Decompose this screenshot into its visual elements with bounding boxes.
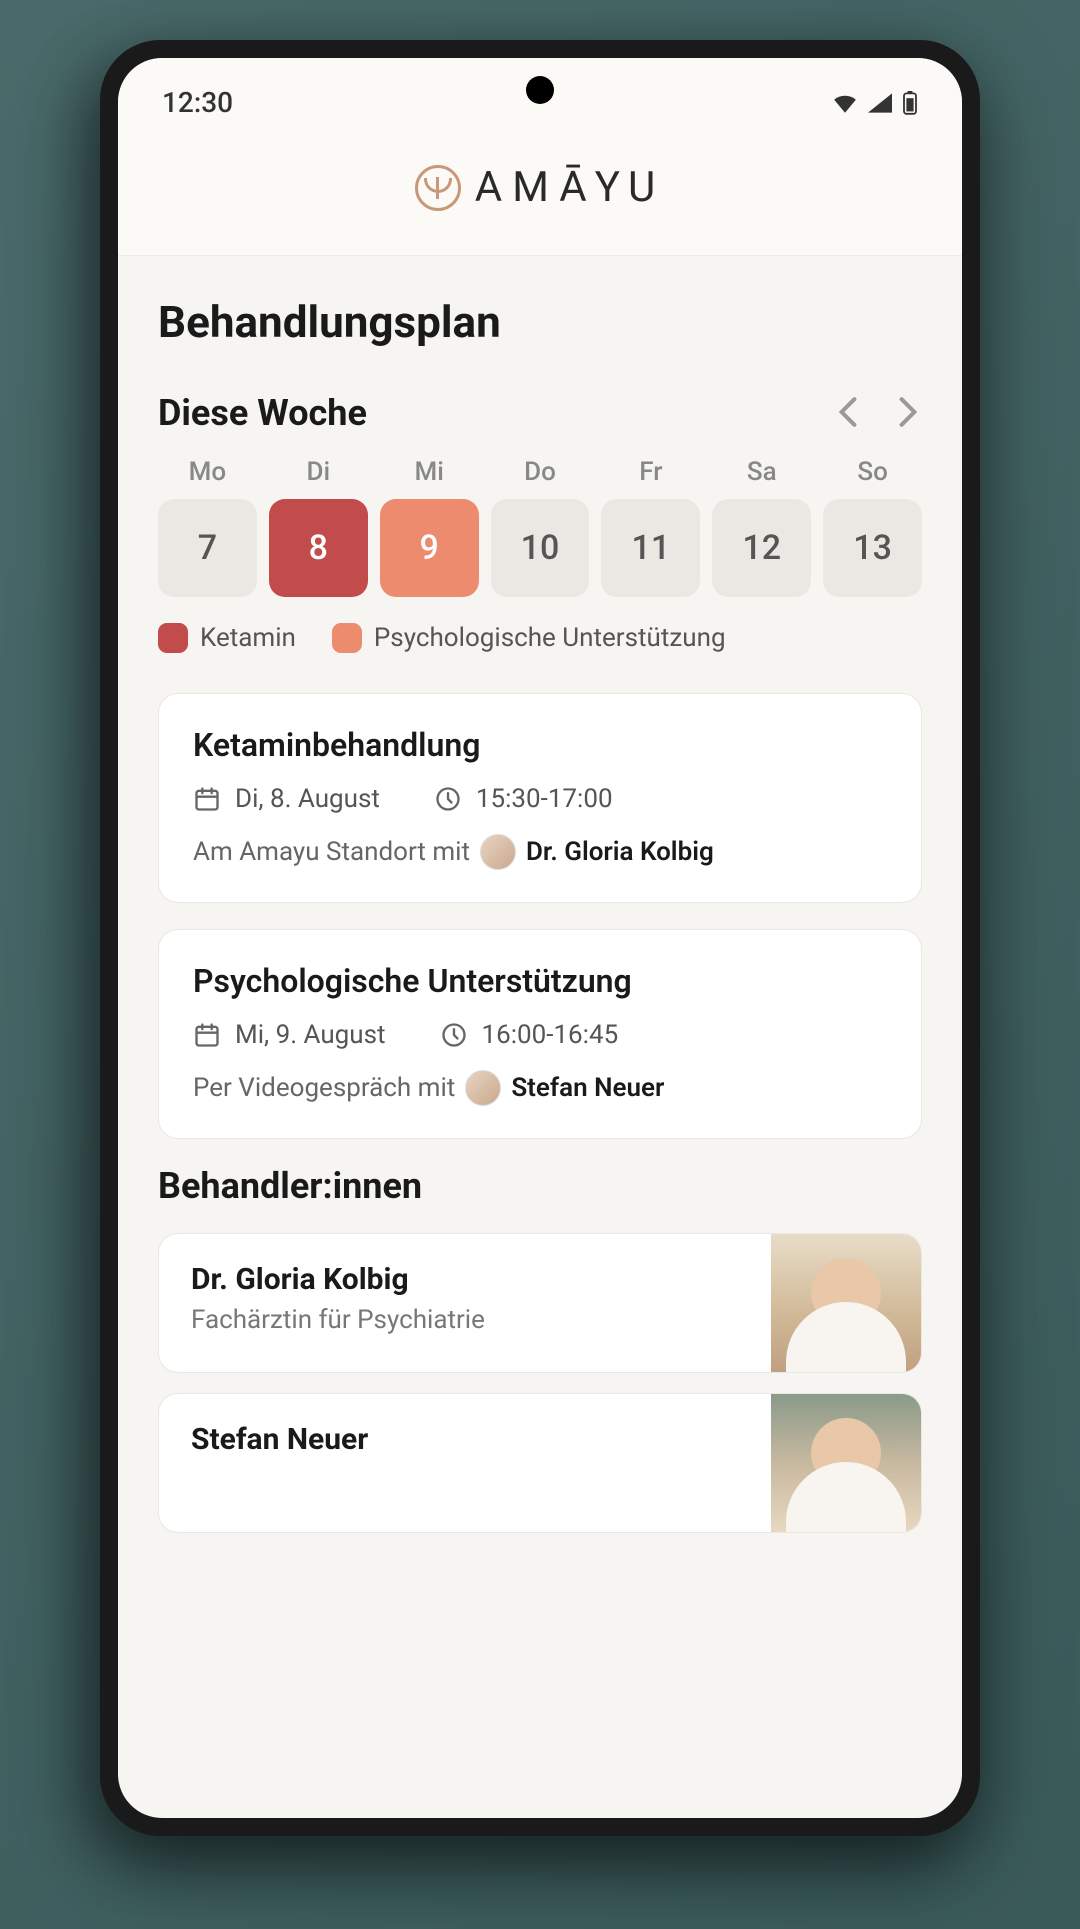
status-icons: [832, 91, 918, 115]
practitioner-card[interactable]: Stefan Neuer: [158, 1393, 922, 1533]
appointment-location: Am Amayu Standort mit Dr. Gloria Kolbig: [193, 834, 887, 870]
day-label: Sa: [712, 457, 811, 487]
status-time: 12:30: [162, 86, 233, 119]
day-column: Sa 12: [712, 457, 811, 598]
day-label: So: [823, 457, 922, 487]
day-column: Mo 7: [158, 457, 257, 598]
camera-hole: [526, 76, 554, 104]
calendar-icon: [193, 1021, 221, 1049]
day-number[interactable]: 11: [601, 499, 700, 598]
practitioner-photo: [771, 1394, 921, 1532]
appointment-card[interactable]: Ketaminbehandlung Di, 8. August 15:30-17:0…: [158, 693, 922, 903]
week-title: Diese Woche: [158, 392, 367, 434]
practitioner-avatar: [480, 834, 516, 870]
day-label: Do: [491, 457, 590, 487]
day-label: Di: [269, 457, 368, 487]
day-number[interactable]: 10: [491, 499, 590, 598]
legend-ketamin: Ketamin: [158, 623, 296, 653]
practitioner-photo: [771, 1234, 921, 1372]
day-column: Do 10: [491, 457, 590, 598]
appointment-date: Di, 8. August: [193, 784, 380, 814]
day-number[interactable]: 12: [712, 499, 811, 598]
signal-icon: [868, 93, 892, 113]
practitioner-avatar: [465, 1070, 501, 1106]
practitioner-name: Dr. Gloria Kolbig: [526, 837, 714, 867]
week-next-button[interactable]: [894, 392, 922, 435]
appointment-location: Per Videogespräch mit Stefan Neuer: [193, 1070, 887, 1106]
legend-label: Ketamin: [200, 623, 296, 653]
calendar-icon: [193, 785, 221, 813]
practitioner-name: Stefan Neuer: [511, 1073, 664, 1103]
battery-icon: [902, 91, 918, 115]
day-number[interactable]: 9: [380, 499, 479, 598]
day-label: Fr: [601, 457, 700, 487]
app-header: AMĀYU: [118, 133, 962, 256]
practitioners-title: Behandler:innen: [158, 1165, 922, 1207]
day-number[interactable]: 8: [269, 499, 368, 598]
legend: Ketamin Psychologische Unterstützung: [158, 623, 922, 653]
week-prev-button[interactable]: [834, 392, 862, 435]
phone-screen: 12:30 AMĀYU Behandlungsplan Diese Woche: [118, 58, 962, 1818]
legend-swatch-ketamin: [158, 623, 188, 653]
day-label: Mo: [158, 457, 257, 487]
appointment-title: Ketaminbehandlung: [193, 726, 887, 764]
appointment-date: Mi, 9. August: [193, 1020, 386, 1050]
clock-icon: [434, 785, 462, 813]
legend-psych: Psychologische Unterstützung: [332, 623, 726, 653]
wifi-icon: [832, 93, 858, 113]
brand-logo-icon: [415, 165, 461, 211]
appointment-time: 15:30-17:00: [434, 784, 613, 814]
practitioner-card[interactable]: Dr. Gloria Kolbig Fachärztin für Psychiat…: [158, 1233, 922, 1373]
phone-frame: 12:30 AMĀYU Behandlungsplan Diese Woche: [100, 40, 980, 1836]
day-number[interactable]: 13: [823, 499, 922, 598]
appointment-title: Psychologische Unterstützung: [193, 962, 887, 1000]
page-title: Behandlungsplan: [158, 296, 922, 348]
appointment-card[interactable]: Psychologische Unterstützung Mi, 9. Augus…: [158, 929, 922, 1139]
week-days: Mo 7 Di 8 Mi 9 Do 10 Fr 11 Sa 12 So 13: [158, 457, 922, 598]
chevron-right-icon: [898, 396, 918, 428]
day-column: Fr 11: [601, 457, 700, 598]
appointment-time: 16:00-16:45: [440, 1020, 619, 1050]
brand-name: AMĀYU: [475, 163, 665, 212]
day-column: So 13: [823, 457, 922, 598]
practitioner-role: Fachärztin für Psychiatrie: [191, 1305, 739, 1335]
legend-label: Psychologische Unterstützung: [374, 623, 726, 653]
practitioner-name: Stefan Neuer: [191, 1422, 739, 1457]
day-number[interactable]: 7: [158, 499, 257, 598]
practitioner-name: Dr. Gloria Kolbig: [191, 1262, 739, 1297]
legend-swatch-psych: [332, 623, 362, 653]
chevron-left-icon: [838, 396, 858, 428]
day-column: Di 8: [269, 457, 368, 598]
day-column: Mi 9: [380, 457, 479, 598]
day-label: Mi: [380, 457, 479, 487]
clock-icon: [440, 1021, 468, 1049]
week-header: Diese Woche: [158, 392, 922, 435]
